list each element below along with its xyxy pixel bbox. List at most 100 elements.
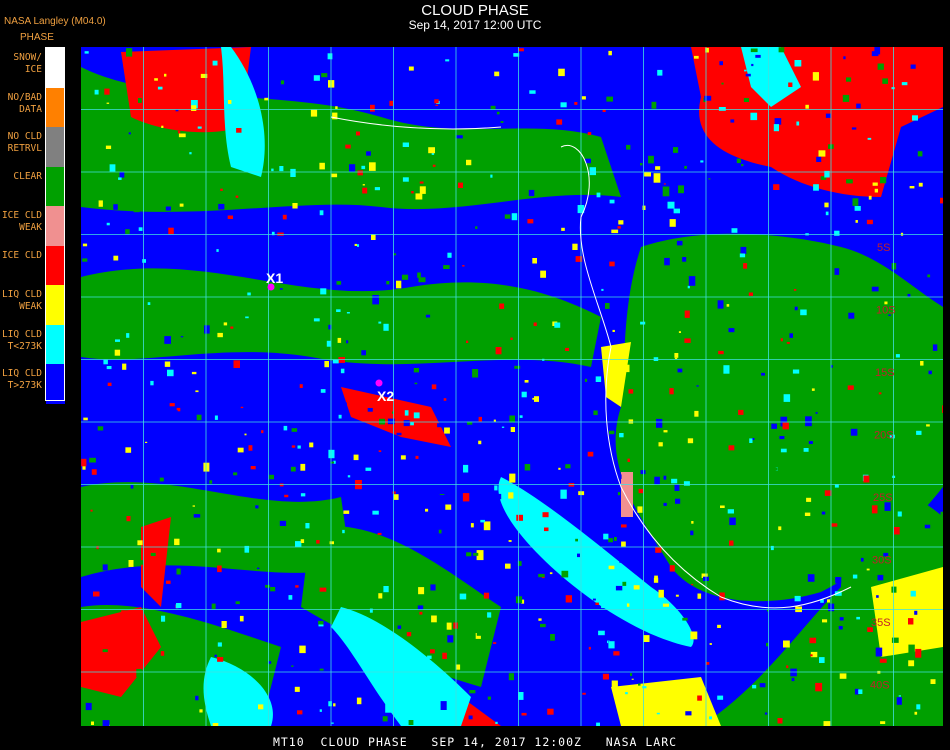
cloud-pixel	[801, 519, 808, 523]
cloud-pixel	[299, 645, 306, 654]
cloud-pixel	[895, 705, 898, 709]
cloud-pixel	[463, 464, 469, 473]
cloud-pixel	[928, 597, 932, 602]
cloud-pixel	[621, 541, 626, 547]
legend-label: NO CLD RETRVL	[7, 131, 42, 154]
cloud-pixel	[319, 587, 327, 592]
cloud-pixel	[91, 721, 94, 725]
cloud-pixel	[483, 592, 490, 599]
cloud-pixel	[663, 183, 666, 185]
cloud-pixel	[618, 546, 626, 554]
cloud-pixel	[371, 234, 376, 240]
cloud-pixel	[671, 478, 678, 484]
cloud-pixel	[142, 259, 146, 263]
cloud-pixel	[847, 542, 850, 545]
cloud-pixel	[97, 426, 104, 431]
cloud-pixel	[385, 704, 393, 713]
cloud-pixel	[608, 565, 615, 570]
cloud-phase-map[interactable]: 5S 10S 15S 20S 25S 30S 35S 40S X1 X2	[81, 47, 943, 726]
cloud-pixel	[808, 441, 813, 444]
cloud-pixel	[208, 311, 212, 315]
cloud-pixel	[494, 493, 502, 500]
cloud-pixel	[291, 445, 296, 448]
latitude-label: 15S	[875, 367, 895, 379]
cloud-pixel	[547, 708, 554, 715]
cloud-pixel	[544, 527, 549, 532]
cloud-pixel	[173, 410, 178, 414]
cloud-pixel	[220, 188, 223, 191]
cloud-pixel	[193, 514, 201, 518]
cloud-pixel	[868, 195, 872, 200]
cloud-pixel	[167, 369, 174, 377]
cloud-pixel	[843, 56, 846, 60]
cloud-pixel	[396, 432, 402, 436]
cloud-pixel	[573, 412, 579, 416]
cloud-pixel	[300, 463, 306, 471]
cloud-pixel	[283, 425, 288, 431]
cloud-pixel	[662, 150, 667, 154]
cloud-pixel	[520, 472, 525, 475]
cloud-pixel	[402, 142, 409, 147]
cloud-pixel	[815, 412, 818, 414]
cloud-pixel	[81, 458, 87, 467]
cloud-pixel	[656, 712, 660, 715]
cloud-pixel	[528, 189, 535, 197]
cloud-pixel	[778, 47, 785, 53]
cloud-pixel	[602, 673, 609, 680]
legend-label: LIQ CLD T<273K	[1, 328, 42, 352]
cloud-pixel	[462, 265, 465, 267]
cloud-pixel	[386, 281, 390, 285]
cloud-pixel	[662, 603, 669, 607]
cloud-pixel	[96, 545, 99, 550]
cloud-pixel	[214, 654, 217, 658]
cloud-pixel	[556, 119, 563, 125]
cloud-pixel	[592, 433, 597, 440]
cloud-pixel	[357, 170, 363, 176]
cloud-pixel	[346, 312, 350, 314]
cloud-pixel	[217, 548, 221, 553]
cloud-pixel	[876, 595, 879, 598]
cloud-pixel	[478, 225, 486, 232]
cloud-pixel	[378, 450, 382, 452]
cloud-pixel	[736, 158, 741, 164]
cloud-pixel	[684, 165, 687, 169]
cloud-pixel	[664, 257, 670, 266]
cloud-pixel	[642, 205, 646, 210]
latitude-label: 10S	[876, 305, 896, 317]
cloud-pixel	[356, 131, 360, 136]
cloud-pixel	[626, 144, 631, 150]
cloud-pixel	[901, 357, 907, 364]
cloud-pixel	[164, 336, 171, 344]
cloud-pixel	[466, 340, 469, 343]
cloud-pixel	[459, 593, 467, 600]
cloud-pixel	[898, 695, 901, 697]
cloud-pixel	[102, 720, 110, 726]
cloud-pixel	[271, 168, 274, 172]
cloud-pixel	[750, 48, 758, 53]
marker-x2-dot	[375, 379, 383, 387]
cloud-pixel	[852, 574, 858, 579]
cloud-pixel	[918, 182, 923, 187]
cloud-pixel	[812, 373, 817, 379]
cloud-pixel	[608, 641, 615, 649]
cloud-pixel	[609, 430, 615, 435]
cloud-pixel	[162, 720, 169, 726]
cloud-pixel	[336, 281, 342, 285]
cloud-pixel	[871, 544, 877, 552]
cloud-pixel	[653, 173, 661, 183]
cloud-pixel	[694, 55, 699, 59]
cloud-pixel	[417, 272, 421, 278]
cloud-pixel	[353, 454, 359, 461]
cloud-pixel	[674, 484, 680, 491]
cloud-pixel	[105, 617, 108, 620]
cloud-pixel	[410, 422, 414, 426]
cloud-pixel	[880, 177, 887, 184]
cloud-pixel	[878, 392, 882, 395]
cloud-pixel	[233, 360, 240, 368]
cloud-pixel	[81, 672, 85, 675]
cloud-pixel	[362, 184, 365, 186]
cloud-pixel	[912, 115, 918, 121]
latitude-label: 20S	[874, 430, 894, 442]
cloud-pixel	[542, 512, 549, 518]
cloud-pixel	[872, 182, 878, 186]
